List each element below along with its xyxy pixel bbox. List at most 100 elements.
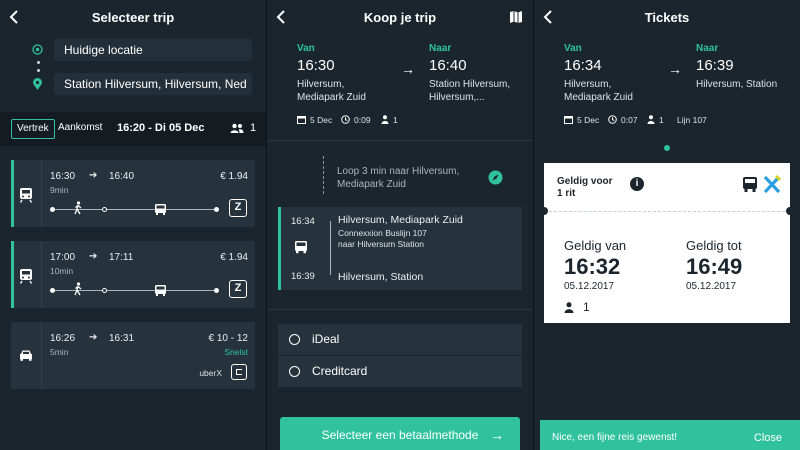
train-icon	[19, 269, 33, 284]
leg-line: Connexxion Buslijn 107	[338, 228, 427, 238]
radio-button[interactable]	[289, 334, 300, 345]
arrow-right-icon: →	[490, 427, 504, 443]
leg-departure-time: 16:34	[291, 216, 315, 227]
selected-accent	[11, 241, 14, 308]
leg-route-line	[330, 221, 331, 275]
trip-card[interactable]: 16:30 ➔ 16:40 € 1.94 9min Z	[11, 160, 255, 227]
to-input[interactable]: Station Hilversum, Hilversum, Ned	[54, 73, 252, 95]
trip-card[interactable]: 17:00 ➔ 17:11 € 1.94 10min Z	[11, 241, 255, 308]
uber-logo-icon	[231, 364, 247, 380]
transit-leg-card[interactable]: 16:34 16:39 Hilversum, Mediapark Zuid Co…	[278, 207, 522, 290]
payment-option-ideal[interactable]: iDeal	[278, 324, 522, 355]
arrival-time: 16:40	[109, 171, 135, 182]
page-title: Koop je trip	[363, 10, 437, 25]
departure-time: 16:30	[297, 57, 335, 74]
trip-date: 5 Dec	[310, 115, 333, 125]
route-node	[102, 288, 107, 293]
walk-icon	[74, 201, 82, 215]
arrow-icon: →	[668, 61, 682, 77]
bus-icon	[743, 177, 757, 192]
payment-label: iDeal	[312, 332, 340, 346]
operator-logo-icon	[763, 175, 781, 194]
compass-icon[interactable]	[488, 170, 503, 185]
ticket-card[interactable]: Geldig voor 1 rit i Geldig van 16:32 05.…	[540, 163, 794, 323]
route-node	[102, 207, 107, 212]
ticket-passengers: 1	[583, 300, 590, 314]
duration: 5min	[50, 347, 69, 357]
header: Tickets	[534, 0, 800, 34]
page-title: Tickets	[644, 10, 690, 25]
price: € 10 - 12	[208, 333, 248, 344]
departure-time: 16:34	[564, 57, 602, 74]
radio-button[interactable]	[289, 366, 300, 377]
header: Selecteer trip	[0, 0, 266, 34]
trip-date: 5 Dec	[577, 115, 600, 125]
select-payment-label: Selecteer een betaalmethode	[321, 428, 479, 442]
route-start-node	[50, 207, 55, 212]
person-icon	[647, 115, 655, 124]
close-button[interactable]: Close	[754, 420, 782, 450]
map-icon[interactable]	[509, 10, 523, 24]
clock-icon	[341, 115, 350, 124]
route-end-node	[214, 288, 219, 293]
valid-for-line1: Geldig voor	[557, 176, 613, 187]
transit-provider-logo-icon: Z	[229, 199, 247, 217]
bus-icon	[155, 285, 166, 296]
card-divider	[41, 322, 42, 389]
walk-instruction: Loop 3 min naar Hilversum, Mediapark Zui…	[337, 165, 459, 191]
tab-departure[interactable]: Vertrek	[11, 119, 55, 139]
price: € 1.94	[220, 252, 248, 263]
walk-icon	[74, 282, 82, 296]
filter-bar: Vertrek Aankomst 16:20 - Di 05 Dec 1	[0, 112, 266, 146]
card-divider	[41, 160, 42, 227]
selected-accent	[11, 160, 14, 227]
walk-instruction-line2: Mediapark Zuid	[337, 179, 406, 190]
valid-to-time: 16:49	[686, 254, 743, 279]
passengers-icon[interactable]	[230, 123, 244, 133]
trip-card[interactable]: 16:26 ➔ 16:31 € 10 - 12 5min Snelst uber…	[11, 322, 255, 389]
from-label: Van	[564, 43, 582, 54]
calendar-icon	[297, 116, 306, 124]
from-label: Van	[297, 43, 315, 54]
page-title: Selecteer trip	[91, 10, 175, 25]
toast-message: Nice, een fijne reis gewenst!	[552, 432, 678, 443]
from-place-line2: Mediapark Zuid	[564, 92, 633, 103]
section-divider	[267, 309, 533, 310]
arrival-time: 16:40	[429, 57, 467, 74]
pagination-dot[interactable]	[664, 145, 670, 151]
walk-route-line	[323, 156, 324, 194]
walk-instruction-line1: Loop 3 min naar Hilversum,	[337, 166, 460, 177]
to-place-line2: Hilversum,...	[429, 92, 485, 103]
buy-trip-screen: Koop je trip Van Naar 16:30 16:40 → Hilv…	[267, 0, 533, 450]
person-icon	[564, 302, 574, 313]
valid-to-label: Geldig tot	[686, 238, 742, 253]
arrival-time: 16:31	[109, 333, 135, 344]
leg-direction: naar Hilversum Station	[338, 239, 424, 249]
provider-name: uberX	[199, 368, 222, 378]
route-end-node	[214, 207, 219, 212]
to-label: Naar	[429, 43, 452, 54]
car-icon	[20, 350, 32, 361]
leg-stop-to: Hilversum, Station	[338, 271, 424, 283]
from-input[interactable]: Huidige locatie	[54, 39, 252, 61]
bus-icon	[155, 204, 166, 215]
destination-pin-icon	[33, 78, 42, 90]
from-place-line1: Hilversum,	[564, 79, 612, 90]
departure-time: 17:00	[50, 252, 76, 263]
valid-to-date: 05.12.2017	[686, 281, 737, 292]
leg-accent	[278, 207, 281, 290]
tab-arrival[interactable]: Aankomst	[58, 122, 102, 133]
trip-line: Lijn 107	[677, 115, 707, 125]
date-time-selector[interactable]: 16:20 - Di 05 Dec	[117, 122, 204, 134]
info-icon[interactable]: i	[630, 177, 644, 191]
ticket-notch-left	[540, 207, 548, 215]
card-divider	[41, 241, 42, 308]
payment-option-creditcard[interactable]: Creditcard	[278, 356, 522, 387]
clock-icon	[608, 115, 617, 124]
transit-provider-logo-icon: Z	[229, 280, 247, 298]
select-payment-button[interactable]: Selecteer een betaalmethode →	[280, 417, 520, 450]
valid-from-time: 16:32	[564, 254, 621, 279]
departure-time: 16:26	[50, 333, 76, 344]
arrow-icon: ➔	[89, 332, 98, 343]
ticket-perforation	[544, 211, 790, 212]
